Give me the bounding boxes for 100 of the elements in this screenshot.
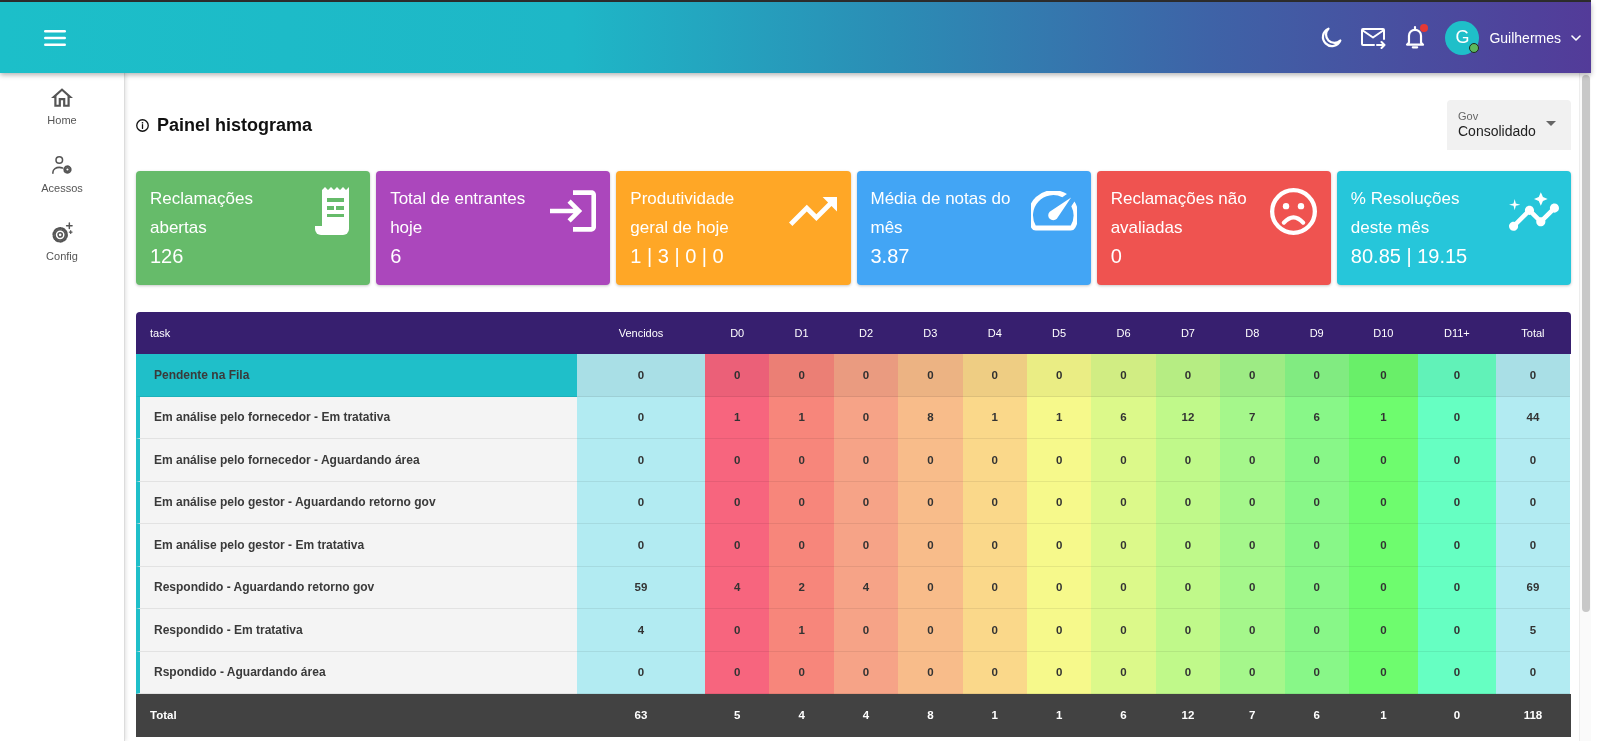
column-header: D8 bbox=[1245, 327, 1260, 339]
card-value: 126 bbox=[150, 244, 185, 269]
table-cell: 44 bbox=[1495, 396, 1570, 439]
table-cell: 0 bbox=[1155, 524, 1221, 567]
column-header: task bbox=[150, 327, 171, 339]
total-cell: 1 bbox=[1055, 709, 1063, 722]
table-cell: 0 bbox=[1220, 524, 1285, 567]
card-value: 6 bbox=[390, 244, 403, 269]
table-cell: 0 bbox=[1026, 609, 1092, 652]
user-menu-button[interactable]: Guilhermes bbox=[1489, 22, 1581, 53]
table-cell: 0 bbox=[705, 524, 770, 567]
nav-item[interactable]: Home bbox=[41, 86, 83, 127]
table-cell: 0 bbox=[898, 609, 963, 652]
table-cell: 0 bbox=[1495, 481, 1570, 524]
table-cell: 0 bbox=[962, 524, 1027, 567]
table-cell: 7 bbox=[1220, 396, 1285, 439]
table-cell[interactable]: Em análise pelo gestor - Em tratativa bbox=[136, 524, 577, 567]
table-cell[interactable]: Respondido - Aguardando retorno gov bbox=[136, 566, 577, 609]
card-title: Produtividade geral de hoje bbox=[630, 188, 736, 239]
table-cell: 0 bbox=[1155, 609, 1221, 652]
total-cell: 0 bbox=[1453, 709, 1461, 722]
table-cell: 2 bbox=[769, 566, 834, 609]
table-cell: 0 bbox=[577, 524, 705, 567]
table-cell: 1 bbox=[769, 396, 834, 439]
table-cell: 0 bbox=[1417, 651, 1496, 694]
table-cell: 0 bbox=[769, 651, 834, 694]
table-cell: 0 bbox=[898, 524, 963, 567]
table-cell: 1 bbox=[705, 396, 770, 439]
table-cell[interactable]: Pendente na Fila bbox=[136, 354, 577, 397]
total-cell: 1 bbox=[991, 709, 998, 722]
table-cell: 0 bbox=[1220, 609, 1285, 652]
select-field[interactable]: Gov Consolidado bbox=[1447, 100, 1571, 150]
table-cell: 0 bbox=[1091, 566, 1156, 609]
gear-icon bbox=[51, 222, 73, 244]
table-cell: 0 bbox=[833, 481, 899, 524]
table-cell: 4 bbox=[705, 566, 770, 609]
table-cell: 0 bbox=[898, 354, 963, 397]
mail-icon bbox=[1360, 26, 1387, 49]
table-cell: 0 bbox=[1220, 354, 1285, 397]
table-cell[interactable]: Em análise pelo fornecedor - Em tratativa bbox=[136, 396, 577, 439]
total-cell: 7 bbox=[1249, 709, 1256, 722]
table-cell: 0 bbox=[1220, 481, 1285, 524]
table-cell: 0 bbox=[833, 609, 899, 652]
table-cell: 0 bbox=[1417, 609, 1496, 652]
scrollbar-thumb[interactable] bbox=[1581, 75, 1590, 612]
table-cell: 0 bbox=[1220, 439, 1285, 482]
bell-icon bbox=[1405, 26, 1426, 49]
table-cell: 1 bbox=[1026, 396, 1092, 439]
table-cell: 0 bbox=[962, 609, 1027, 652]
column-header: Total bbox=[1521, 327, 1545, 339]
table-cell[interactable]: Rspondido - Aguardando área bbox=[136, 651, 577, 694]
table-cell: 0 bbox=[1155, 439, 1221, 482]
column-header: D1 bbox=[794, 327, 809, 339]
table-cell: 0 bbox=[577, 651, 705, 694]
sad-face-icon bbox=[1270, 187, 1318, 235]
table-cell: 0 bbox=[1495, 354, 1570, 397]
info-icon bbox=[136, 118, 149, 132]
table-cell: 0 bbox=[705, 354, 770, 397]
column-header: D0 bbox=[730, 327, 745, 339]
sparkle-chart-icon bbox=[1508, 191, 1559, 231]
table-cell[interactable]: Em análise pelo gestor - Aguardando retorno gov bbox=[136, 481, 577, 524]
table-cell[interactable]: Respondido - Em tratativa bbox=[136, 609, 577, 652]
table-cell: 0 bbox=[1495, 524, 1570, 567]
table-cell: 4 bbox=[577, 609, 705, 652]
total-cell: 63 bbox=[634, 709, 648, 722]
table-cell: 0 bbox=[769, 439, 834, 482]
column-header: D9 bbox=[1309, 327, 1324, 339]
table-cell: 0 bbox=[1155, 566, 1221, 609]
table-cell: 8 bbox=[898, 396, 963, 439]
table-cell: 0 bbox=[1026, 566, 1092, 609]
table-cell: 0 bbox=[962, 566, 1027, 609]
table-cell: 0 bbox=[1284, 524, 1349, 567]
table-cell: 0 bbox=[1348, 651, 1418, 694]
table-cell: 0 bbox=[1284, 609, 1349, 652]
login-arrow-icon bbox=[550, 190, 597, 232]
table-cell: 0 bbox=[705, 651, 770, 694]
speedometer-icon bbox=[1030, 191, 1077, 231]
column-header: D3 bbox=[923, 327, 938, 339]
table-cell: 0 bbox=[705, 439, 770, 482]
table-cell: 0 bbox=[705, 481, 770, 524]
nav-item[interactable]: Config bbox=[40, 222, 84, 263]
table-cell[interactable]: Em análise pelo fornecedor - Aguardando área bbox=[136, 439, 577, 482]
total-cell: 8 bbox=[927, 709, 934, 722]
table-cell: 0 bbox=[1155, 481, 1221, 524]
total-cell: 12 bbox=[1181, 709, 1195, 722]
table-cell: 1 bbox=[769, 609, 834, 652]
column-header: D6 bbox=[1116, 327, 1131, 339]
table-cell: 0 bbox=[833, 396, 899, 439]
table-cell: 0 bbox=[1155, 651, 1221, 694]
total-cell: 6 bbox=[1120, 709, 1127, 722]
table-cell: 0 bbox=[769, 354, 834, 397]
table-cell: 0 bbox=[1284, 354, 1349, 397]
table-cell: 0 bbox=[1155, 354, 1221, 397]
table-cell: 0 bbox=[898, 439, 963, 482]
card-title: Reclamações abertas bbox=[150, 188, 254, 239]
table-cell: 0 bbox=[1026, 354, 1092, 397]
nav-item[interactable]: Acessos bbox=[35, 154, 89, 195]
total-cell: 4 bbox=[798, 709, 805, 722]
card-title: Média de notas do mês bbox=[870, 188, 1012, 239]
total-cell: 118 bbox=[1523, 709, 1543, 722]
